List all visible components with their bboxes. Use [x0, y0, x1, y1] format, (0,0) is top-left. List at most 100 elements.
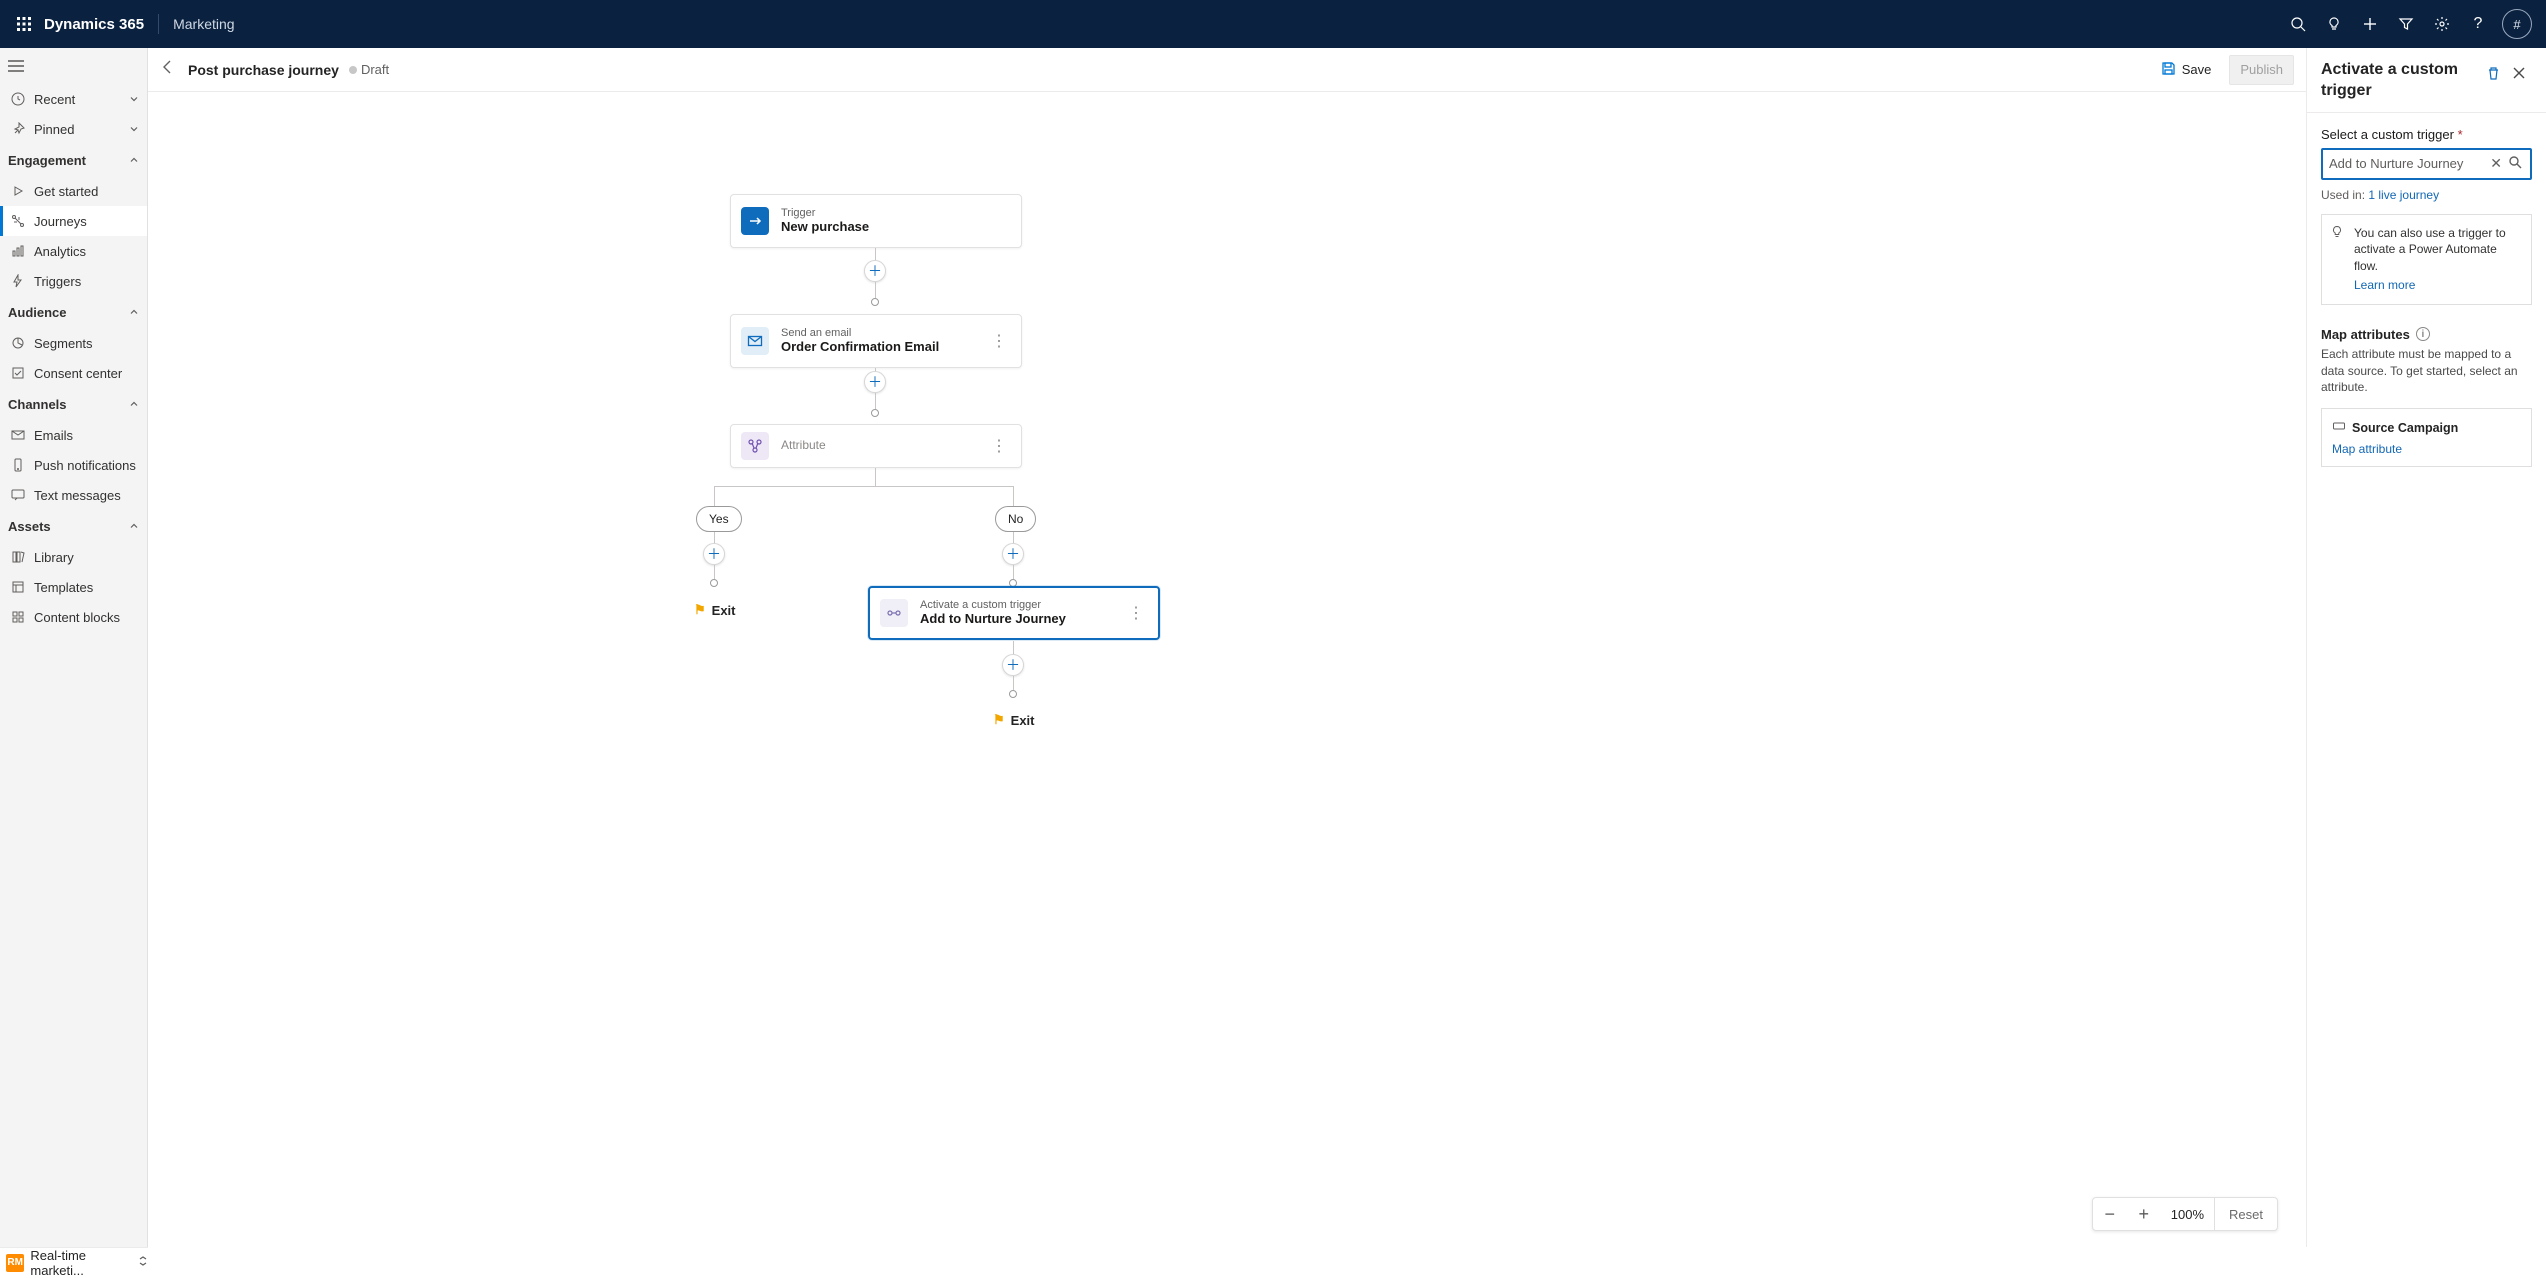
publish-button[interactable]: Publish [2229, 55, 2294, 85]
email-card[interactable]: Send an emailOrder Confirmation Email ⋮ [730, 314, 1022, 368]
branch-no[interactable]: No [995, 506, 1036, 532]
attribute-icon [741, 432, 769, 460]
add-icon[interactable] [2352, 0, 2388, 48]
sidebar-templates[interactable]: Templates [0, 572, 147, 602]
used-in-link[interactable]: 1 live journey [2368, 188, 2439, 202]
divider [158, 14, 159, 34]
sidebar-pinned[interactable]: Pinned [0, 114, 147, 144]
select-trigger-label: Select a custom trigger * [2321, 127, 2532, 142]
properties-panel: Activate a custom trigger Select a custo… [2306, 48, 2546, 1247]
flag-icon: ⚑ [694, 602, 706, 618]
settings-icon[interactable] [2424, 0, 2460, 48]
consent-icon [8, 366, 28, 380]
page-header: Post purchase journey Draft Save Publish [148, 48, 2306, 92]
library-icon [8, 550, 28, 564]
search-icon[interactable] [2280, 0, 2316, 48]
blocks-icon [8, 610, 28, 624]
push-icon [8, 458, 28, 472]
sidebar-analytics[interactable]: Analytics [0, 236, 147, 266]
delete-button[interactable] [2480, 60, 2506, 86]
search-icon[interactable] [2506, 155, 2524, 172]
chevron-up-icon [129, 397, 139, 412]
map-attributes-desc: Each attribute must be mapped to a data … [2321, 346, 2532, 396]
sidebar-journeys[interactable]: Journeys [0, 206, 147, 236]
section-audience[interactable]: Audience [0, 296, 147, 328]
top-bar: Dynamics 365 Marketing ? # [0, 0, 2546, 48]
journey-canvas[interactable]: TriggerNew purchase ＋ Send an emailOrder… [148, 92, 2306, 1247]
app-switcher-label: Real-time marketi... [30, 1248, 134, 1278]
play-icon [8, 185, 28, 197]
app-switcher[interactable]: RM Real-time marketi... [0, 1247, 148, 1277]
trigger-card[interactable]: TriggerNew purchase [730, 194, 1022, 248]
sidebar-consent[interactable]: Consent center [0, 358, 147, 388]
zoom-in[interactable]: + [2127, 1204, 2161, 1225]
add-step-button[interactable]: ＋ [1002, 654, 1024, 676]
add-step-button[interactable]: ＋ [864, 371, 886, 393]
exit-yes: ⚑Exit [694, 602, 736, 618]
status-label: Draft [361, 62, 389, 77]
trigger-value: Add to Nurture Journey [2329, 156, 2486, 171]
clock-icon [8, 92, 28, 106]
section-channels[interactable]: Channels [0, 388, 147, 420]
save-icon [2161, 61, 2176, 79]
attribute-card[interactable]: Attribute ⋮ [730, 424, 1022, 468]
zoom-reset[interactable]: Reset [2214, 1198, 2277, 1230]
info-icon[interactable]: i [2416, 327, 2430, 341]
chevron-up-icon [129, 153, 139, 168]
lightbulb-icon [2330, 225, 2344, 244]
zoom-control: − + 100% Reset [2092, 1197, 2278, 1231]
sidebar-get-started[interactable]: Get started [0, 176, 147, 206]
sidebar-segments[interactable]: Segments [0, 328, 147, 358]
filter-icon[interactable] [2388, 0, 2424, 48]
back-button[interactable] [160, 59, 176, 80]
app-launcher[interactable] [8, 0, 40, 48]
journey-name[interactable]: Post purchase journey [188, 62, 339, 78]
analytics-icon [8, 244, 28, 258]
save-button[interactable]: Save [2151, 55, 2222, 85]
add-step-button[interactable]: ＋ [864, 260, 886, 282]
status-dot [349, 66, 357, 74]
app-title: Dynamics 365 [44, 16, 144, 33]
module-name[interactable]: Marketing [173, 16, 234, 32]
sidebar-emails[interactable]: Emails [0, 420, 147, 450]
zoom-out[interactable]: − [2093, 1204, 2127, 1225]
chevron-down-icon [129, 92, 139, 107]
account-avatar[interactable]: # [2502, 9, 2532, 39]
card-menu[interactable]: ⋮ [987, 436, 1011, 456]
pin-icon [8, 122, 28, 136]
map-attribute-link[interactable]: Map attribute [2332, 442, 2402, 456]
zoom-level: 100% [2161, 1207, 2214, 1222]
trigger-icon [741, 207, 769, 235]
learn-more-link[interactable]: Learn more [2354, 277, 2521, 294]
sidebar-toggle[interactable] [0, 48, 147, 84]
help-icon[interactable]: ? [2460, 0, 2496, 48]
lightbulb-icon[interactable] [2316, 0, 2352, 48]
exit-no: ⚑Exit [993, 712, 1035, 728]
sidebar-triggers[interactable]: Triggers [0, 266, 147, 296]
email-tile-icon [741, 327, 769, 355]
add-step-button[interactable]: ＋ [1002, 543, 1024, 565]
sidebar-recent[interactable]: Recent [0, 84, 147, 114]
custom-trigger-tile-icon [880, 599, 908, 627]
trigger-icon [8, 274, 28, 288]
card-menu[interactable]: ⋮ [1124, 603, 1148, 623]
left-sidebar: Recent Pinned Engagement Get started Jou… [0, 48, 148, 1247]
custom-trigger-card[interactable]: Activate a custom triggerAdd to Nurture … [868, 586, 1160, 640]
clear-icon[interactable]: ✕ [2486, 155, 2506, 172]
attribute-card[interactable]: Source Campaign Map attribute [2321, 408, 2532, 467]
field-icon [2332, 419, 2346, 436]
app-badge: RM [6, 1254, 24, 1272]
section-engagement[interactable]: Engagement [0, 144, 147, 176]
journey-icon [8, 214, 28, 228]
trigger-search[interactable]: Add to Nurture Journey ✕ [2321, 148, 2532, 180]
card-menu[interactable]: ⋮ [987, 331, 1011, 351]
template-icon [8, 580, 28, 594]
sidebar-push[interactable]: Push notifications [0, 450, 147, 480]
section-assets[interactable]: Assets [0, 510, 147, 542]
sidebar-blocks[interactable]: Content blocks [0, 602, 147, 632]
close-button[interactable] [2506, 60, 2532, 86]
branch-yes[interactable]: Yes [696, 506, 742, 532]
sidebar-text[interactable]: Text messages [0, 480, 147, 510]
add-step-button[interactable]: ＋ [703, 543, 725, 565]
sidebar-library[interactable]: Library [0, 542, 147, 572]
